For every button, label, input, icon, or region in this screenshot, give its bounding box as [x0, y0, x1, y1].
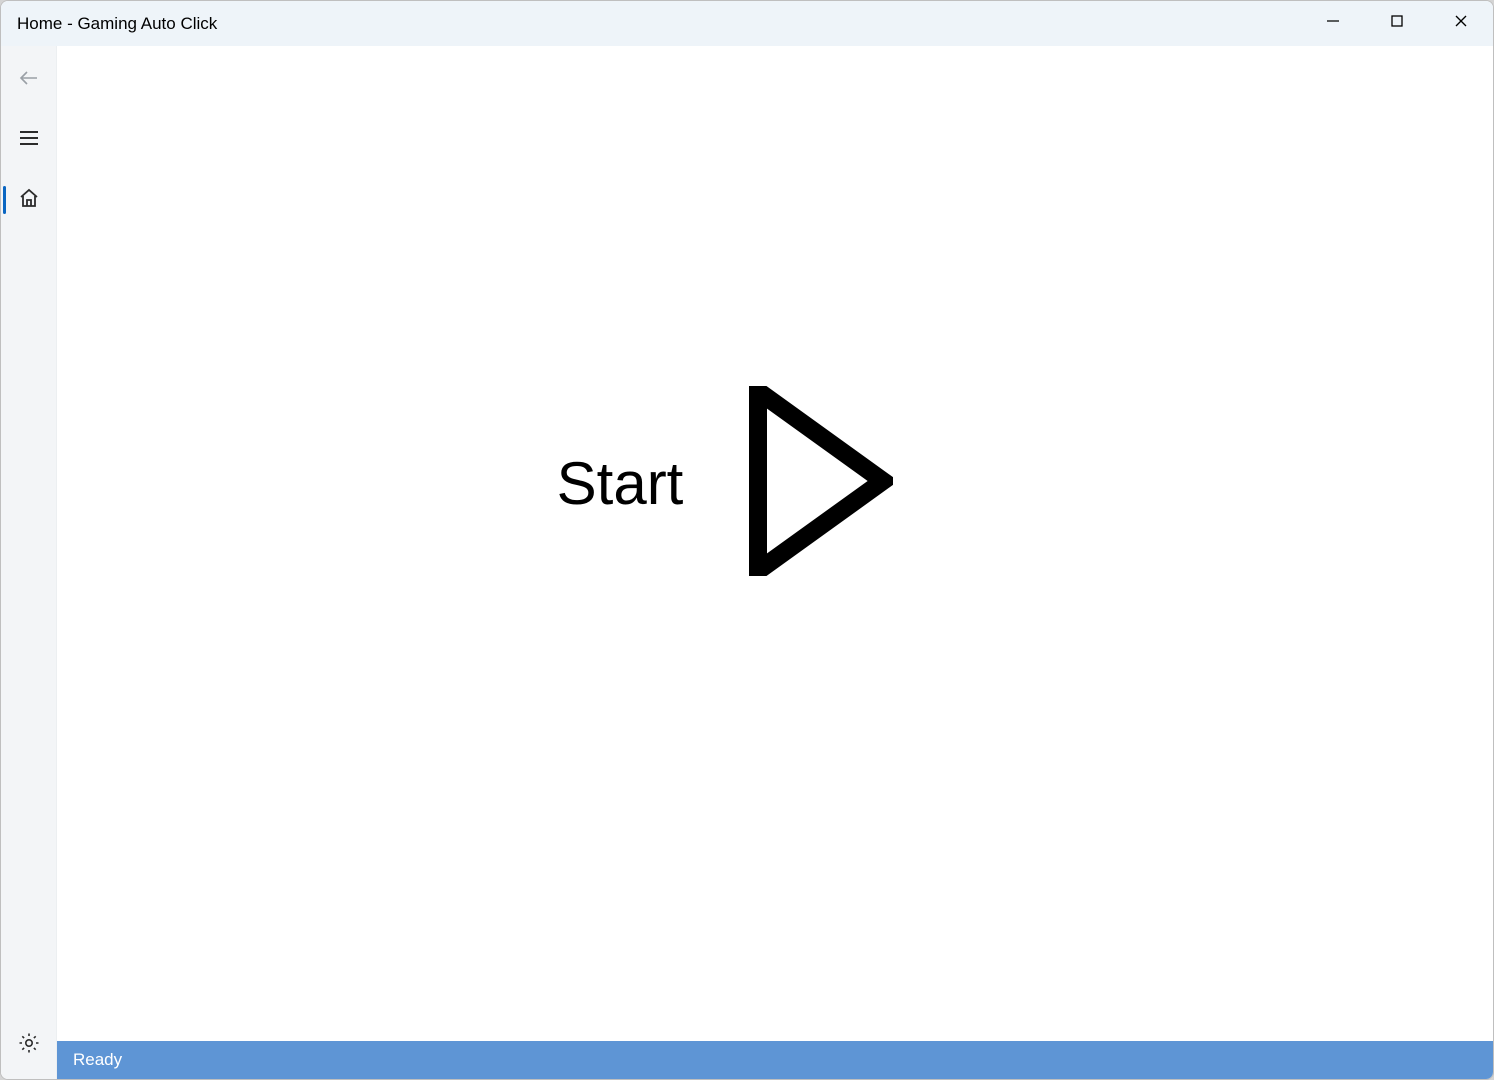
- status-text: Ready: [73, 1050, 122, 1070]
- window-body: Start Ready: [1, 46, 1493, 1079]
- maximize-icon: [1389, 13, 1405, 34]
- sidebar-item-home[interactable]: [1, 176, 56, 224]
- back-arrow-icon: [17, 66, 41, 95]
- hamburger-icon: [17, 126, 41, 155]
- play-icon: [743, 386, 893, 581]
- close-button[interactable]: [1429, 1, 1493, 46]
- window-title: Home - Gaming Auto Click: [17, 14, 217, 34]
- content-area: Start: [57, 46, 1493, 1041]
- back-button[interactable]: [1, 56, 56, 104]
- minimize-icon: [1325, 13, 1341, 34]
- maximize-button[interactable]: [1365, 1, 1429, 46]
- app-window: Home - Gaming Auto Click: [0, 0, 1494, 1080]
- titlebar: Home - Gaming Auto Click: [1, 1, 1493, 46]
- start-button[interactable]: Start: [557, 386, 894, 581]
- gear-icon: [17, 1031, 41, 1060]
- start-label: Start: [557, 449, 684, 518]
- sidebar: [1, 46, 57, 1079]
- minimize-button[interactable]: [1301, 1, 1365, 46]
- main: Start Ready: [57, 46, 1493, 1079]
- close-icon: [1453, 13, 1469, 34]
- statusbar: Ready: [57, 1041, 1493, 1079]
- window-controls: [1301, 1, 1493, 46]
- sidebar-item-settings[interactable]: [1, 1021, 56, 1069]
- sidebar-top: [1, 56, 56, 224]
- menu-button[interactable]: [1, 116, 56, 164]
- home-icon: [17, 186, 41, 215]
